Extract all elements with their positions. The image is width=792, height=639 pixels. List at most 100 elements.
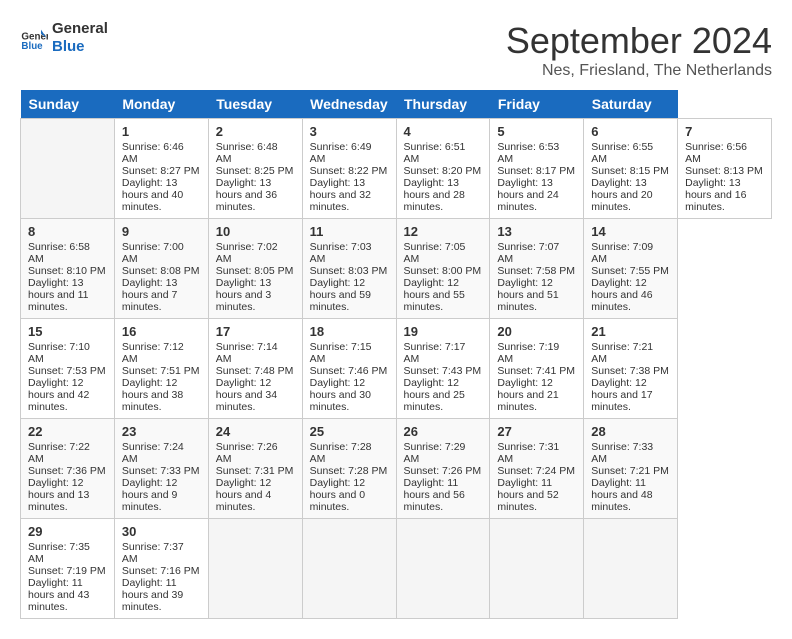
calendar-cell	[302, 519, 396, 619]
sunset: Sunset: 7:19 PM	[28, 565, 106, 577]
sunset: Sunset: 8:27 PM	[122, 165, 200, 177]
logo-icon: General Blue	[20, 24, 48, 52]
day-number: 1	[122, 124, 201, 139]
sunrise: Sunrise: 7:09 AM	[591, 241, 653, 265]
daylight: Daylight: 13 hours and 40 minutes.	[122, 177, 183, 213]
sunrise: Sunrise: 7:24 AM	[122, 441, 184, 465]
logo: General Blue General Blue	[20, 20, 108, 56]
sunrise: Sunrise: 6:51 AM	[404, 141, 466, 165]
calendar-cell	[396, 519, 490, 619]
day-number: 11	[310, 224, 389, 239]
daylight: Daylight: 13 hours and 16 minutes.	[685, 177, 746, 213]
sunset: Sunset: 8:25 PM	[216, 165, 294, 177]
daylight: Daylight: 12 hours and 9 minutes.	[122, 477, 177, 513]
sunrise: Sunrise: 7:10 AM	[28, 341, 90, 365]
day-number: 24	[216, 424, 295, 439]
calendar-cell: 24Sunrise: 7:26 AMSunset: 7:31 PMDayligh…	[208, 419, 302, 519]
sunrise: Sunrise: 6:48 AM	[216, 141, 278, 165]
calendar-cell: 25Sunrise: 7:28 AMSunset: 7:28 PMDayligh…	[302, 419, 396, 519]
day-number: 13	[497, 224, 576, 239]
day-header-wednesday: Wednesday	[302, 90, 396, 119]
day-number: 5	[497, 124, 576, 139]
day-number: 10	[216, 224, 295, 239]
calendar-cell: 4Sunrise: 6:51 AMSunset: 8:20 PMDaylight…	[396, 119, 490, 219]
sunrise: Sunrise: 7:26 AM	[216, 441, 278, 465]
sunset: Sunset: 7:55 PM	[591, 265, 669, 277]
day-number: 19	[404, 324, 483, 339]
day-number: 16	[122, 324, 201, 339]
day-number: 22	[28, 424, 107, 439]
calendar-cell: 8Sunrise: 6:58 AMSunset: 8:10 PMDaylight…	[21, 219, 115, 319]
sunset: Sunset: 7:48 PM	[216, 365, 294, 377]
sunrise: Sunrise: 7:37 AM	[122, 541, 184, 565]
day-header-friday: Friday	[490, 90, 584, 119]
calendar-table: SundayMondayTuesdayWednesdayThursdayFrid…	[20, 90, 772, 619]
sunrise: Sunrise: 7:17 AM	[404, 341, 466, 365]
daylight: Daylight: 11 hours and 43 minutes.	[28, 577, 89, 613]
calendar-cell: 18Sunrise: 7:15 AMSunset: 7:46 PMDayligh…	[302, 319, 396, 419]
day-header-monday: Monday	[114, 90, 208, 119]
day-number: 9	[122, 224, 201, 239]
sunrise: Sunrise: 7:00 AM	[122, 241, 184, 265]
daylight: Daylight: 12 hours and 38 minutes.	[122, 377, 183, 413]
sunrise: Sunrise: 7:33 AM	[591, 441, 653, 465]
calendar-cell: 22Sunrise: 7:22 AMSunset: 7:36 PMDayligh…	[21, 419, 115, 519]
sunset: Sunset: 7:21 PM	[591, 465, 669, 477]
day-number: 4	[404, 124, 483, 139]
sunset: Sunset: 7:26 PM	[404, 465, 482, 477]
day-header-saturday: Saturday	[584, 90, 678, 119]
header-row: SundayMondayTuesdayWednesdayThursdayFrid…	[21, 90, 772, 119]
calendar-cell: 5Sunrise: 6:53 AMSunset: 8:17 PMDaylight…	[490, 119, 584, 219]
day-number: 2	[216, 124, 295, 139]
calendar-cell: 13 Sunrise: 7:07 AMSunset: 7:58 PMDayligh…	[490, 219, 584, 319]
title-block: September 2024 Nes, Friesland, The Nethe…	[506, 20, 772, 80]
sunrise: Sunrise: 6:55 AM	[591, 141, 653, 165]
daylight: Daylight: 11 hours and 56 minutes.	[404, 477, 465, 513]
sunset: Sunset: 7:43 PM	[404, 365, 482, 377]
sunrise: Sunrise: 7:22 AM	[28, 441, 90, 465]
sunset: Sunset: 8:05 PM	[216, 265, 294, 277]
calendar-cell: 15Sunrise: 7:10 AMSunset: 7:53 PMDayligh…	[21, 319, 115, 419]
calendar-cell	[584, 519, 678, 619]
sunrise: Sunrise: 7:07 AM	[497, 241, 559, 265]
sunrise: Sunrise: 7:31 AM	[497, 441, 559, 465]
page-header: General Blue General Blue September 2024…	[20, 20, 772, 80]
week-row-5: 29Sunrise: 7:35 AMSunset: 7:19 PMDayligh…	[21, 519, 772, 619]
day-number: 18	[310, 324, 389, 339]
sunset: Sunset: 7:16 PM	[122, 565, 200, 577]
sunset: Sunset: 7:53 PM	[28, 365, 106, 377]
sunset: Sunset: 8:13 PM	[685, 165, 763, 177]
sunset: Sunset: 7:31 PM	[216, 465, 294, 477]
sunset: Sunset: 7:58 PM	[497, 265, 575, 277]
sunrise: Sunrise: 7:19 AM	[497, 341, 559, 365]
day-number: 7	[685, 124, 764, 139]
daylight: Daylight: 11 hours and 48 minutes.	[591, 477, 652, 513]
day-header-tuesday: Tuesday	[208, 90, 302, 119]
sunrise: Sunrise: 7:28 AM	[310, 441, 372, 465]
daylight: Daylight: 12 hours and 13 minutes.	[28, 477, 89, 513]
daylight: Daylight: 12 hours and 17 minutes.	[591, 377, 652, 413]
calendar-cell: 28Sunrise: 7:33 AMSunset: 7:21 PMDayligh…	[584, 419, 678, 519]
daylight: Daylight: 12 hours and 46 minutes.	[591, 277, 652, 313]
sunset: Sunset: 7:41 PM	[497, 365, 575, 377]
sunset: Sunset: 7:33 PM	[122, 465, 200, 477]
logo-line1: General	[52, 20, 108, 38]
calendar-cell: 16Sunrise: 7:12 AMSunset: 7:51 PMDayligh…	[114, 319, 208, 419]
daylight: Daylight: 13 hours and 36 minutes.	[216, 177, 277, 213]
day-number: 30	[122, 524, 201, 539]
sunrise: Sunrise: 6:58 AM	[28, 241, 90, 265]
sunset: Sunset: 8:22 PM	[310, 165, 388, 177]
daylight: Daylight: 13 hours and 28 minutes.	[404, 177, 465, 213]
calendar-cell: 20Sunrise: 7:19 AMSunset: 7:41 PMDayligh…	[490, 319, 584, 419]
daylight: Daylight: 13 hours and 32 minutes.	[310, 177, 371, 213]
day-number: 26	[404, 424, 483, 439]
calendar-cell: 26 Sunrise: 7:29 AMSunset: 7:26 PMDayligh…	[396, 419, 490, 519]
calendar-cell: 2 Sunrise: 6:48 AMSunset: 8:25 PMDaylight…	[208, 119, 302, 219]
week-row-3: 15Sunrise: 7:10 AMSunset: 7:53 PMDayligh…	[21, 319, 772, 419]
sunrise: Sunrise: 7:29 AM	[404, 441, 466, 465]
sunrise: Sunrise: 7:02 AM	[216, 241, 278, 265]
sunset: Sunset: 7:51 PM	[122, 365, 200, 377]
calendar-cell: 23Sunrise: 7:24 AMSunset: 7:33 PMDayligh…	[114, 419, 208, 519]
calendar-cell: 1Sunrise: 6:46 AMSunset: 8:27 PMDaylight…	[114, 119, 208, 219]
daylight: Daylight: 12 hours and 51 minutes.	[497, 277, 558, 313]
